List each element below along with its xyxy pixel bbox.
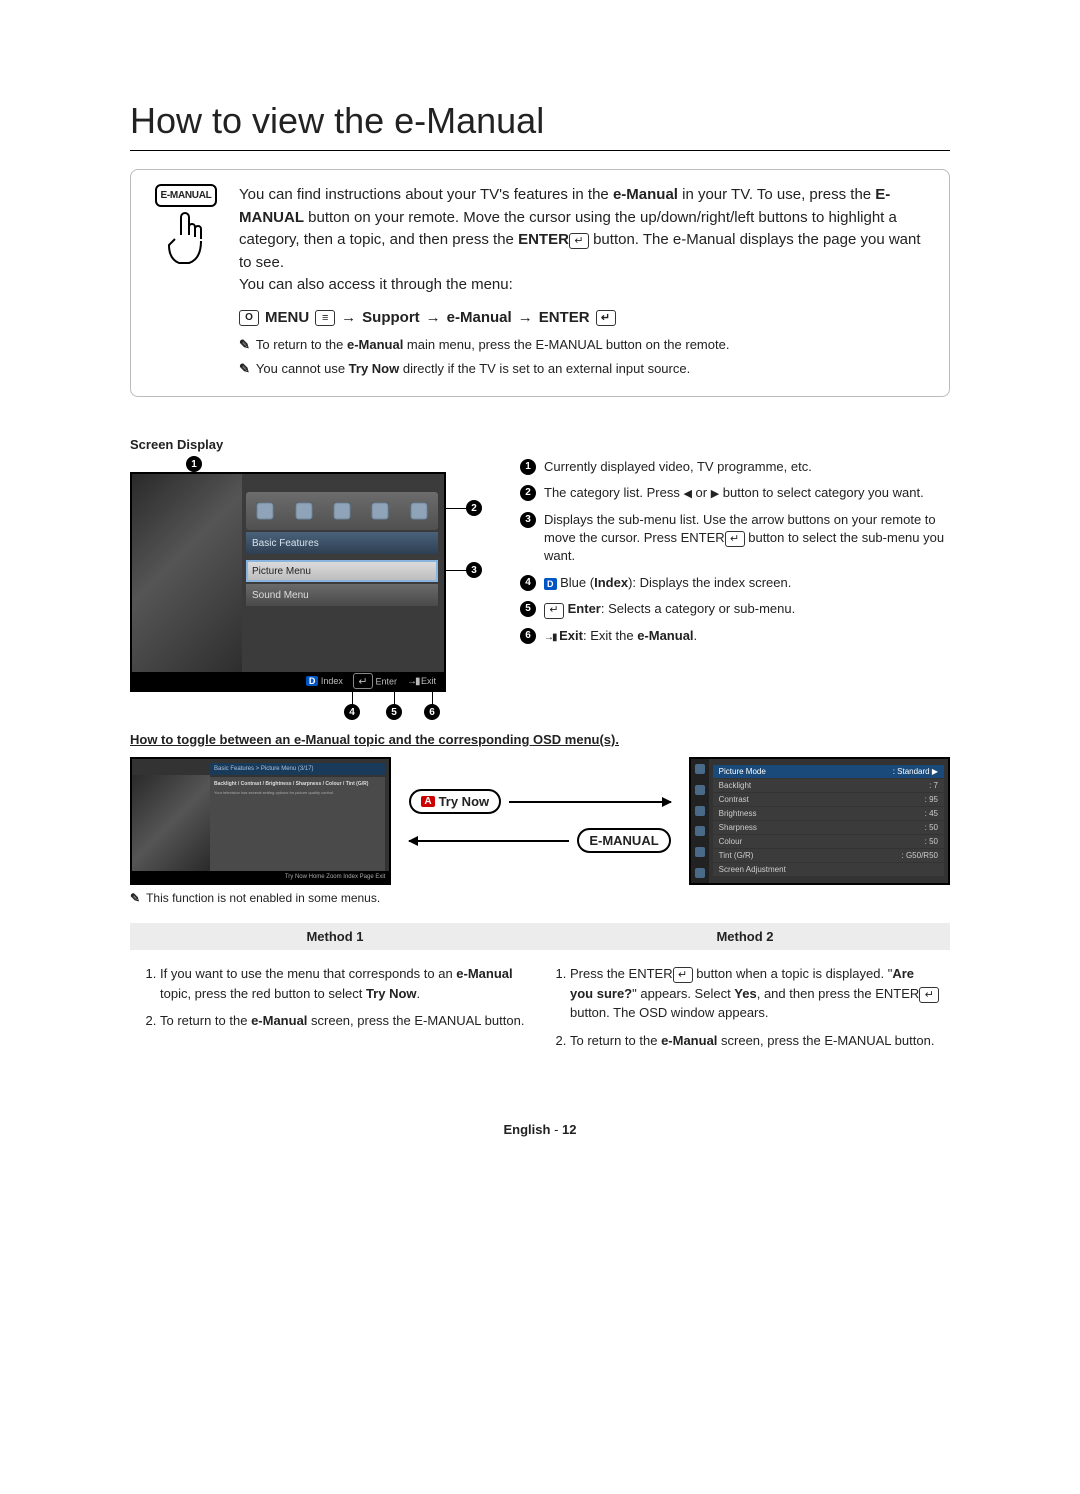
menu-path: O MENU → Support → e-Manual → ENTER (239, 307, 929, 330)
emanual-pill: E-MANUAL (577, 828, 670, 853)
method1-step: If you want to use the menu that corresp… (160, 964, 530, 1003)
hand-icon (161, 211, 211, 267)
method1-step: To return to the e-Manual screen, press … (160, 1011, 530, 1031)
remote-icon: E-MANUAL (151, 184, 221, 378)
tv-screenshot: Basic Features Picture Menu Sound Menu D… (130, 472, 446, 692)
emanual-screenshot: Basic Features > Picture Menu (3/17) Bac… (130, 757, 391, 885)
enter-icon (596, 310, 616, 326)
menu-icon (315, 310, 335, 326)
callout-2: 2 (466, 500, 482, 516)
enter-icon (673, 967, 693, 983)
trynow-pill: ATry Now (409, 789, 501, 814)
callout-4: 4 (344, 704, 360, 720)
osd-screenshot: Picture Mode: Standard ▶ Backlight: 7 Co… (689, 757, 950, 885)
enter-icon (725, 531, 745, 547)
submenu-selected: Picture Menu (246, 560, 438, 582)
enter-icon (544, 603, 564, 619)
enter-icon (919, 987, 939, 1003)
method1-header: Method 1 (130, 923, 540, 952)
method2-header: Method 2 (540, 923, 950, 952)
note-1: ✎ To return to the e-Manual main menu, p… (239, 335, 929, 355)
category-row (246, 492, 438, 530)
intro-box: E-MANUAL You can find instructions about… (130, 169, 950, 397)
methods-table: Method 1 If you want to use the menu tha… (130, 923, 950, 1062)
callout-6: 6 (424, 704, 440, 720)
legend-list: 1Currently displayed video, TV programme… (520, 458, 950, 692)
page-title: How to view the e-Manual (130, 100, 950, 151)
callout-5: 5 (386, 704, 402, 720)
callout-3: 3 (466, 562, 482, 578)
note-2: ✎ You cannot use Try Now directly if the… (239, 359, 929, 379)
screen-display-label: Screen Display (130, 437, 950, 452)
category-label: Basic Features (246, 532, 438, 554)
bottom-bar: D Index Enter Exit (132, 672, 444, 690)
note-icon: ✎ (239, 359, 250, 379)
callout-1: 1 (186, 456, 202, 472)
enter-icon (569, 233, 589, 249)
emanual-button-label: E-MANUAL (155, 184, 218, 207)
exit-icon (544, 628, 556, 643)
intro-text: You can find instructions about your TV'… (239, 184, 929, 378)
osd-sidebar (691, 759, 709, 883)
osd-icon: O (239, 310, 259, 326)
note-icon: ✎ (130, 891, 140, 905)
submenu-item: Sound Menu (246, 584, 438, 606)
page-footer: English - 12 (130, 1122, 950, 1137)
method2-step: Press the ENTER button when a topic is d… (570, 964, 940, 1023)
method2-step: To return to the e-Manual screen, press … (570, 1031, 940, 1051)
toggle-heading: How to toggle between an e-Manual topic … (130, 732, 950, 747)
toggle-note: ✎ This function is not enabled in some m… (130, 891, 950, 905)
note-icon: ✎ (239, 335, 250, 355)
